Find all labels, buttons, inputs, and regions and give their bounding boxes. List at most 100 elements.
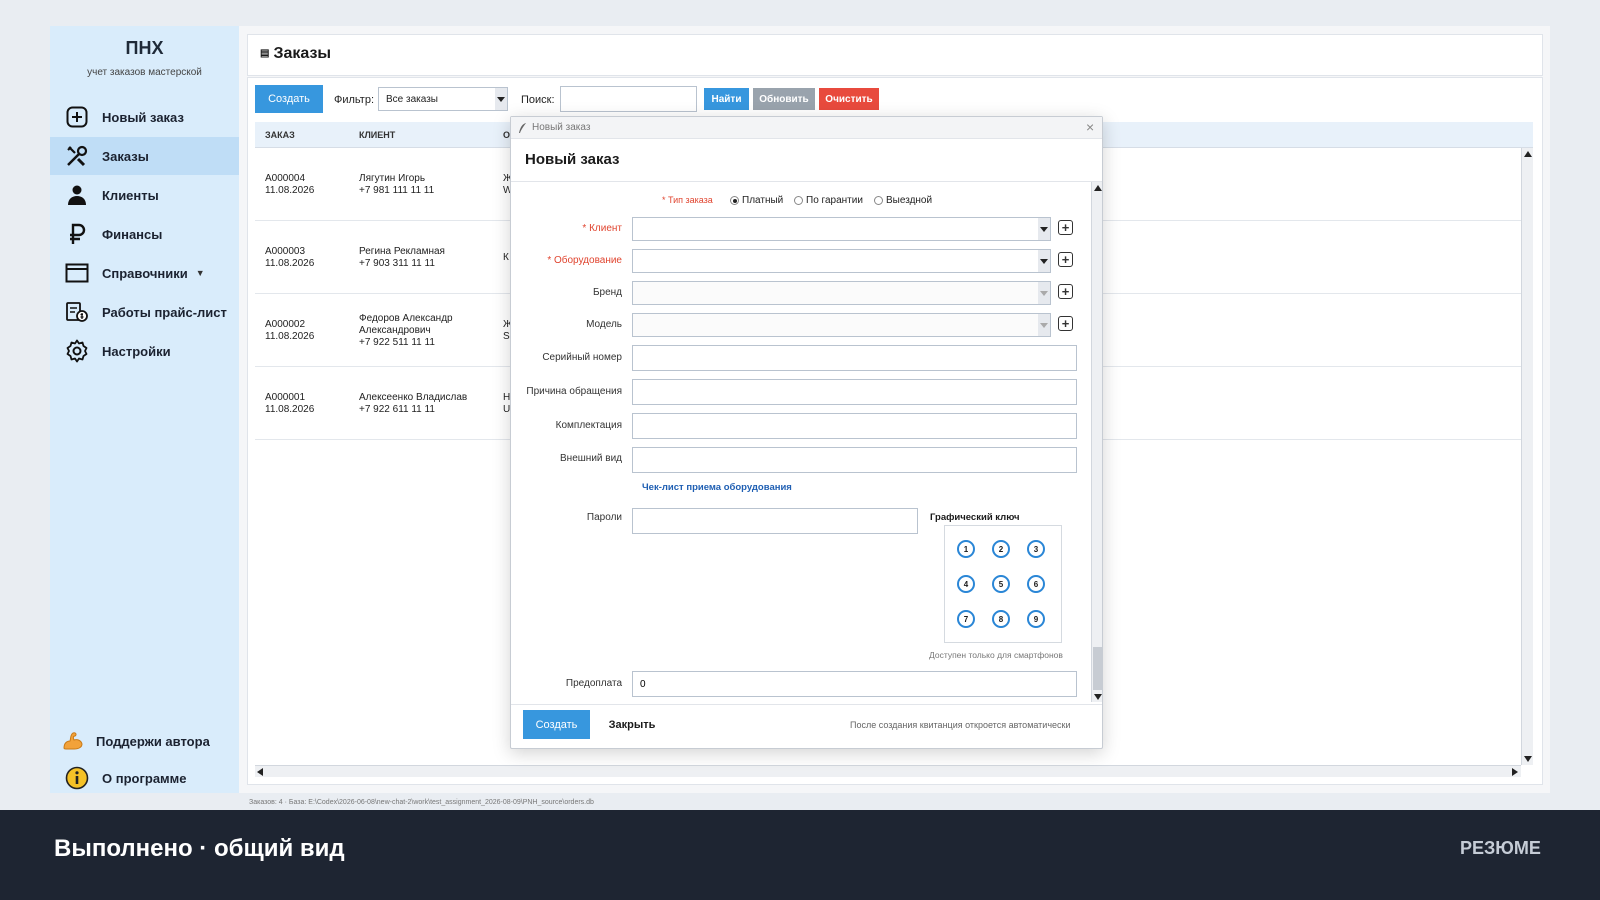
add-equipment-icon[interactable]: + — [1058, 252, 1073, 267]
chevron-down-icon — [1038, 218, 1050, 240]
sidebar-item-settings[interactable]: Настройки — [50, 332, 239, 370]
sidebar-item-label: Финансы — [102, 226, 163, 242]
sidebar-item-new-order[interactable]: Новый заказ — [50, 98, 239, 136]
info-icon — [64, 765, 90, 791]
muscle-icon — [60, 728, 86, 754]
dialog-close-button[interactable]: Закрыть — [602, 710, 662, 739]
banner-title: Выполнено · общий вид — [54, 835, 345, 862]
order-type-option-label: Платный — [742, 195, 784, 206]
checklist-link[interactable]: Чек-лист приема оборудования — [642, 482, 792, 493]
refresh-button[interactable]: Обновить — [753, 88, 815, 110]
table-horizontal-scrollbar[interactable] — [255, 765, 1521, 777]
scroll-down-arrow[interactable] — [1092, 691, 1103, 702]
sidebar-item-price-list[interactable]: Работы прайс-лист — [50, 293, 239, 331]
prepayment-input[interactable] — [632, 671, 1077, 697]
sidebar-item-label: О программе — [102, 770, 187, 786]
sidebar-item-clients[interactable]: Клиенты — [50, 176, 239, 214]
scroll-up-arrow[interactable] — [1522, 148, 1534, 160]
order-date: 11.08.2026 — [265, 185, 315, 196]
reason-field-label: Причина обращения — [526, 386, 622, 397]
scrollbar-thumb[interactable] — [1093, 647, 1102, 690]
client-select[interactable] — [632, 217, 1051, 241]
sidebar-item-orders[interactable]: Заказы — [50, 137, 239, 175]
ruble-icon — [64, 221, 90, 247]
brand-select[interactable] — [632, 281, 1051, 305]
clear-button[interactable]: Очистить — [819, 88, 879, 110]
order-date: 11.08.2026 — [265, 404, 315, 415]
pattern-dot[interactable]: 9 — [1027, 610, 1045, 628]
add-brand-icon[interactable]: + — [1058, 284, 1073, 299]
column-header-order: ЗАКАЗ — [265, 130, 295, 140]
kit-field-label: Комплектация — [555, 420, 622, 431]
create-order-button[interactable]: Создать — [255, 85, 323, 113]
status-bar: Заказов: 4 · База: E:\Codex\2026-06-08\n… — [249, 799, 594, 806]
sidebar-item-support-author[interactable]: Поддержи автора — [50, 722, 239, 760]
scroll-left-arrow[interactable] — [255, 766, 267, 778]
sidebar-item-label: Справочники — [102, 265, 188, 281]
order-type-label: * Тип заказа — [662, 195, 713, 205]
serial-number-input[interactable] — [632, 345, 1077, 371]
pattern-key-note: Доступен только для смартфонов — [929, 650, 1063, 660]
client-name: Алексеенко Владислав — [359, 392, 468, 403]
brand-field-label: Бренд — [592, 287, 622, 298]
dialog-vertical-scrollbar[interactable] — [1091, 182, 1102, 702]
order-date: 11.08.2026 — [265, 331, 315, 342]
sidebar-item-label: Работы прайс-лист — [102, 304, 227, 320]
search-label: Поиск: — [521, 94, 555, 106]
scroll-down-arrow[interactable] — [1522, 753, 1534, 765]
scroll-right-arrow[interactable] — [1509, 766, 1521, 778]
order-number: A000003 — [265, 246, 306, 257]
client-name-continued: Александрович — [359, 325, 431, 336]
appearance-input[interactable] — [632, 447, 1077, 473]
gear-icon — [64, 338, 90, 364]
column-header-client: КЛИЕНТ — [359, 130, 396, 140]
reason-input[interactable] — [632, 379, 1077, 405]
order-type-warranty-radio[interactable] — [794, 196, 803, 205]
sidebar-item-label: Настройки — [102, 343, 171, 359]
model-select[interactable] — [632, 313, 1051, 337]
kit-input[interactable] — [632, 413, 1077, 439]
equipment-select[interactable] — [632, 249, 1051, 273]
user-icon — [64, 182, 90, 208]
banner-tag: РЕЗЮМЕ — [1460, 838, 1541, 858]
close-icon[interactable]: × — [1086, 119, 1094, 135]
order-date: 11.08.2026 — [265, 258, 315, 269]
window-icon — [64, 260, 90, 286]
order-type-onsite-radio[interactable] — [874, 196, 883, 205]
find-button[interactable]: Найти — [704, 88, 749, 110]
scroll-up-arrow[interactable] — [1092, 182, 1103, 193]
order-type-option-label: Выездной — [886, 195, 933, 206]
sidebar-item-references[interactable]: Справочники ▼ — [50, 254, 239, 292]
add-model-icon[interactable]: + — [1058, 316, 1073, 331]
filter-label: Фильтр: — [334, 94, 375, 106]
plus-square-icon — [64, 104, 90, 130]
dialog-footer-divider — [511, 704, 1102, 705]
column-header-description: О — [503, 130, 511, 140]
client-phone: +7 903 311 11 11 — [359, 258, 435, 269]
pattern-dot[interactable]: 7 — [957, 610, 975, 628]
add-client-icon[interactable]: + — [1058, 220, 1073, 235]
passwords-input[interactable] — [632, 508, 918, 534]
pattern-dot[interactable]: 3 — [1027, 540, 1045, 558]
pattern-dot[interactable]: 6 — [1027, 575, 1045, 593]
order-type-paid-radio[interactable] — [730, 196, 739, 205]
pattern-dot[interactable]: 5 — [992, 575, 1010, 593]
pattern-dot[interactable]: 2 — [992, 540, 1010, 558]
page-header — [247, 34, 1543, 76]
chevron-down-icon — [1038, 282, 1050, 304]
dialog-create-button[interactable]: Создать — [523, 710, 590, 739]
order-type-option-label: По гарантии — [806, 195, 863, 206]
filter-select[interactable]: Все заказы — [378, 87, 508, 111]
client-field-label: * Клиент — [582, 223, 622, 234]
tools-icon — [64, 143, 90, 169]
model-field-label: Модель — [586, 319, 622, 330]
sidebar-item-about[interactable]: О программе — [50, 759, 239, 797]
pattern-dot[interactable]: 1 — [957, 540, 975, 558]
order-number: A000001 — [265, 392, 306, 403]
pattern-dot[interactable]: 8 — [992, 610, 1010, 628]
pattern-dot[interactable]: 4 — [957, 575, 975, 593]
sidebar-item-finance[interactable]: Финансы — [50, 215, 239, 253]
search-input[interactable] — [560, 86, 697, 112]
table-vertical-scrollbar[interactable] — [1521, 148, 1533, 765]
dialog-footer-note: После создания квитанция откроется автом… — [850, 720, 1071, 730]
